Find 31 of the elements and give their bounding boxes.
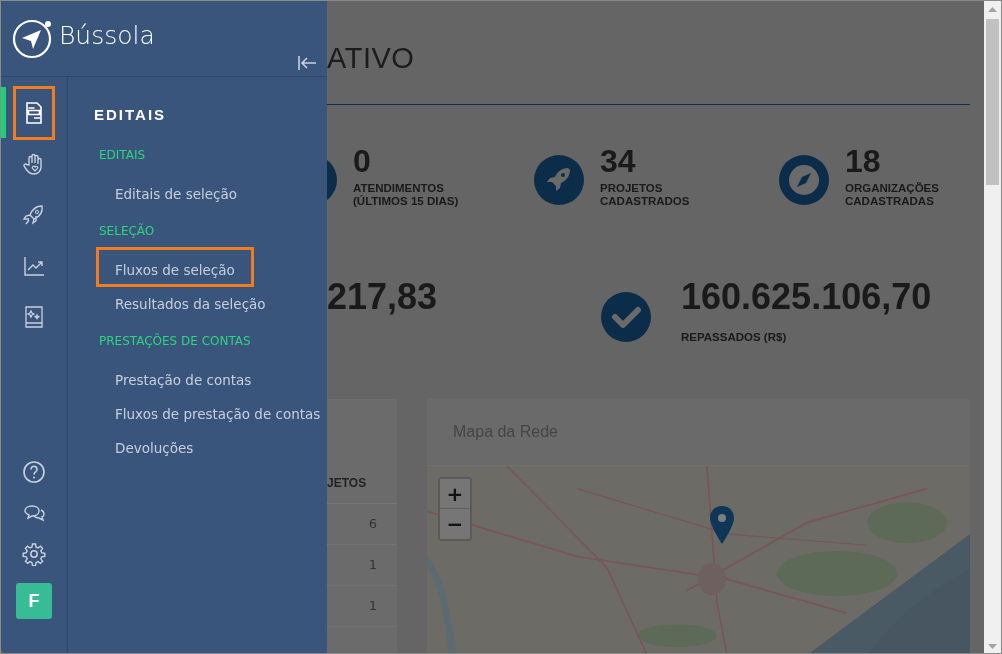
stat-label: ATENDIMENTOS (ÚLTIMOS 15 DIAS) <box>353 182 460 208</box>
stat-label: PROJETOS CADASTRADOS <box>600 182 691 208</box>
menu-section-title: EDITAIS <box>99 148 147 164</box>
scroll-thumb[interactable] <box>986 19 999 185</box>
stat-label: ORGANIZAÇÕES CADASTRADAS <box>845 182 940 208</box>
scrollbar[interactable] <box>984 1 1001 653</box>
book-icon <box>22 304 46 329</box>
menu-section-title: PRESTAÇÕES DE CONTAS <box>99 334 252 350</box>
total-label: REPASSADOS (R$) <box>681 331 788 343</box>
collapse-icon[interactable] <box>297 55 317 71</box>
compass-icon <box>779 155 829 205</box>
zoom-in-button[interactable]: + <box>440 479 470 509</box>
rocket-icon <box>534 155 584 205</box>
map-pin-icon <box>710 506 734 544</box>
menu-item[interactable]: Fluxos de seleção <box>96 247 254 287</box>
scroll-up-icon[interactable] <box>988 7 997 12</box>
total-value: 160.625.106,70 <box>681 279 932 315</box>
menu-title: EDITAIS <box>94 106 168 125</box>
total-value: 217,83 <box>327 279 438 315</box>
settings-icon[interactable] <box>22 542 46 566</box>
page-title: ATIVO <box>327 41 416 75</box>
stat-value: 18 <box>845 145 882 177</box>
scroll-down-icon[interactable] <box>988 644 997 649</box>
brand-name: Bússola <box>59 21 155 50</box>
menu-item[interactable]: Editais de seleção <box>96 171 256 211</box>
stat-value: 34 <box>600 145 637 177</box>
menu-section-title: SELEÇÃO <box>99 224 156 240</box>
check-icon <box>601 292 651 342</box>
stat-value: 0 <box>353 145 372 177</box>
rocket-icon <box>22 202 46 227</box>
help-icon[interactable] <box>22 460 46 484</box>
